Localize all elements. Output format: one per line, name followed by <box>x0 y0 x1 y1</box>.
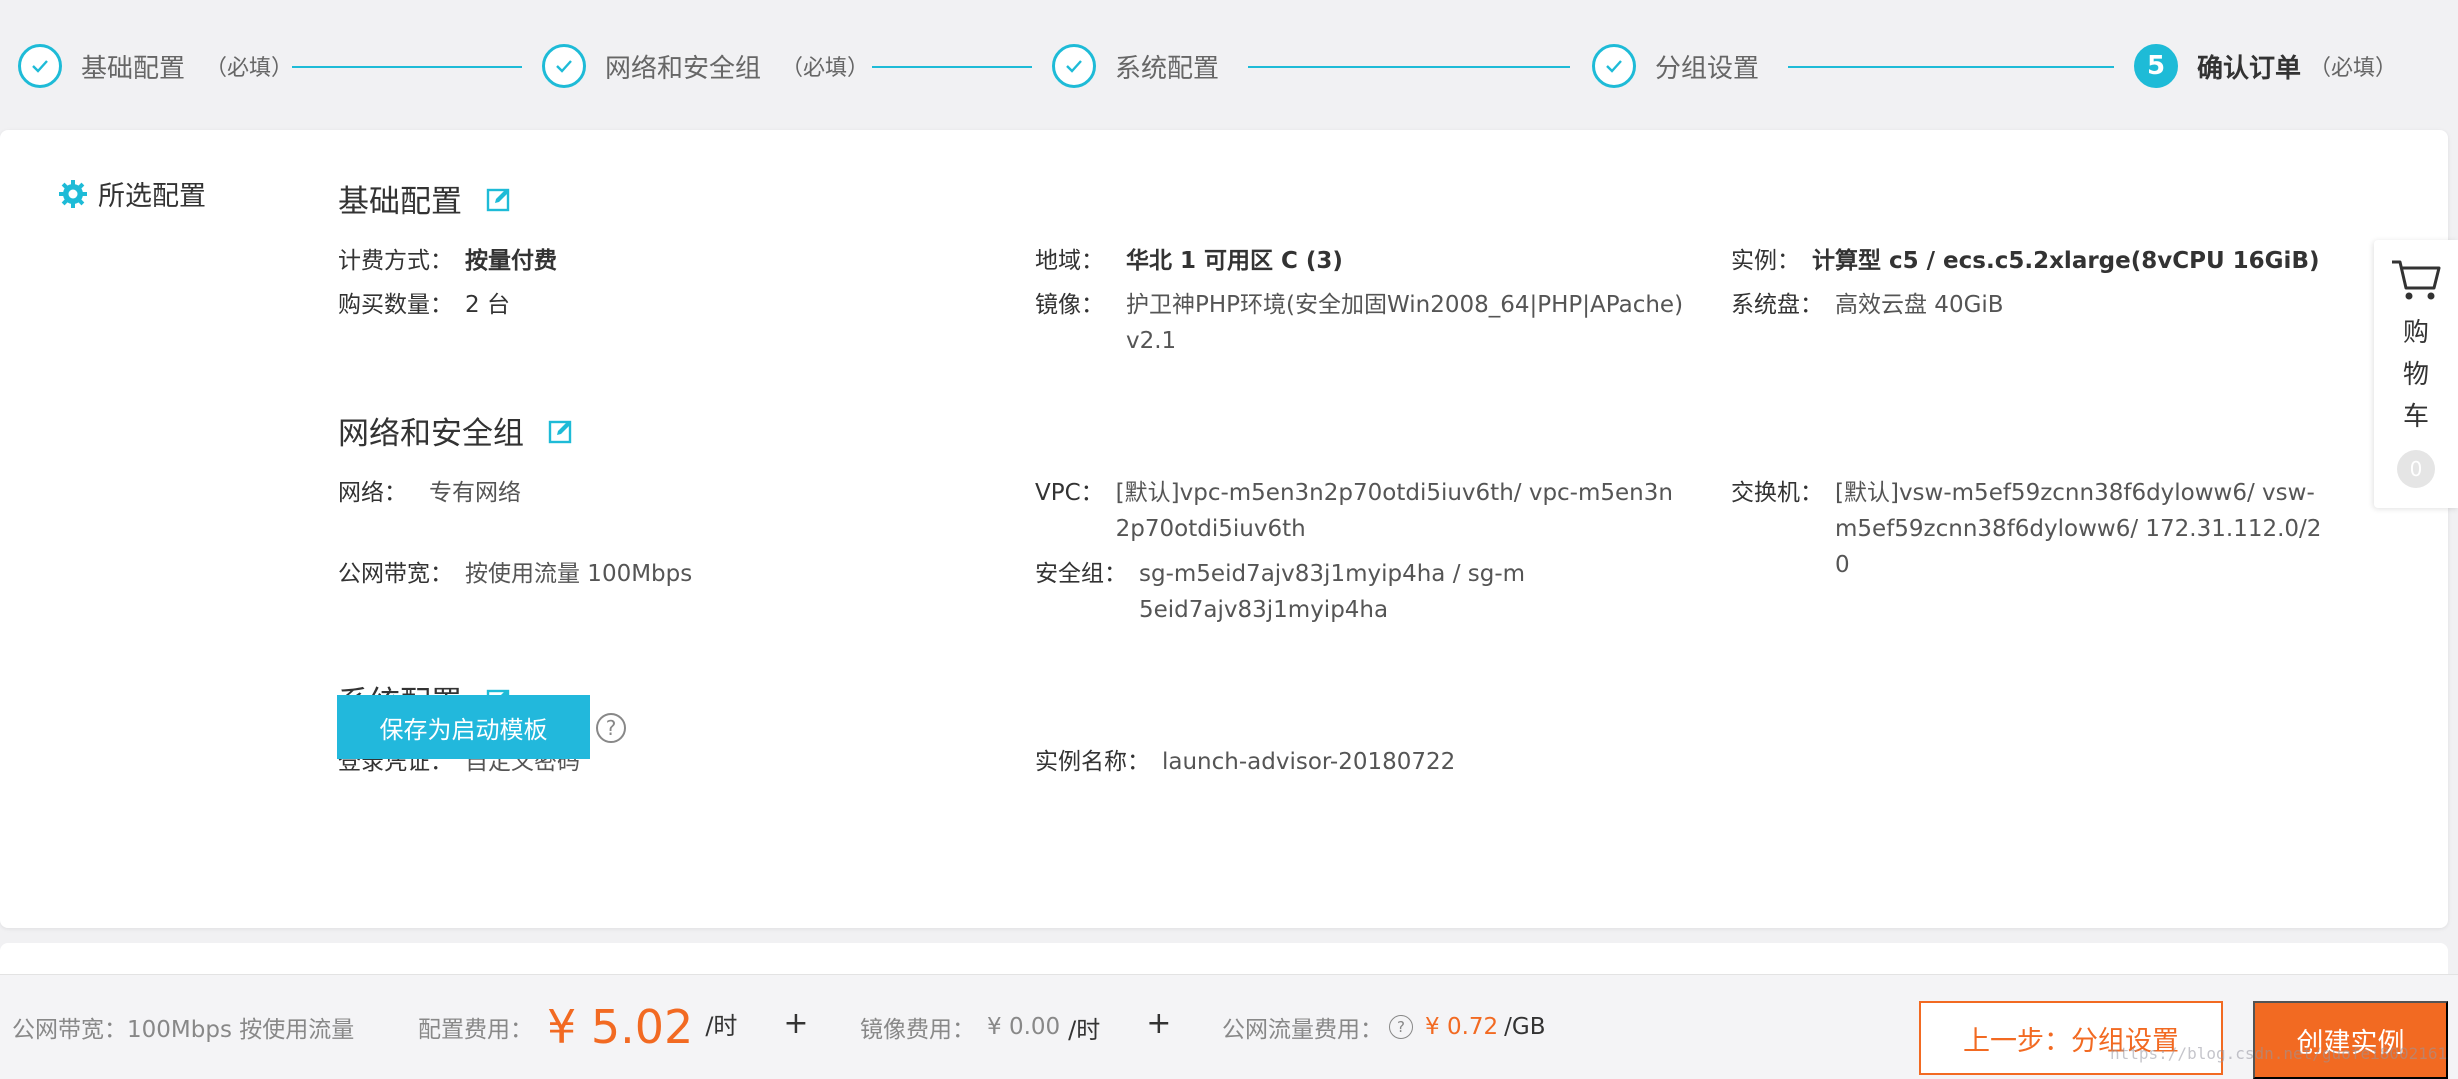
card-title: 所选配置 <box>58 174 206 213</box>
step-system-config[interactable]: 系统配置 <box>1052 38 1219 94</box>
vpc-label: VPC： <box>1035 480 1104 506</box>
step-connector <box>872 66 1032 68</box>
disk-label: 系统盘： <box>1731 292 1823 318</box>
config-fee-value: ¥ 5.02 <box>547 1000 694 1054</box>
region-label: 地域： <box>1035 248 1104 274</box>
config-fee-label: 配置费用： <box>418 1017 533 1043</box>
quantity-row: 购买数量： 2 台 <box>338 287 510 323</box>
quantity-label: 购买数量： <box>338 292 453 318</box>
image-fee: 镜像费用： ¥ 0.00 /时 + <box>860 975 1171 1079</box>
config-fee-unit: /时 <box>705 1011 738 1040</box>
traffic-fee: 公网流量费用： ? ¥ 0.72 /GB <box>1222 975 1546 1079</box>
region-value: 华北 1 可用区 C (3) <box>1126 248 1343 274</box>
step-label: 分组设置 <box>1655 53 1760 84</box>
card-title-text: 所选配置 <box>98 181 206 212</box>
order-footer: 公网带宽：100Mbps 按使用流量 配置费用： ¥ 5.02 /时 + 镜像费… <box>0 974 2458 1079</box>
disk-value: 高效云盘 40GiB <box>1835 292 2004 318</box>
step-bar: 基础配置 （必填） 网络和安全组 （必填） 系统配置 分组设置 5 确认订单 （… <box>0 0 2458 130</box>
step-number: 5 <box>2134 44 2178 88</box>
billing-label: 计费方式： <box>338 248 453 274</box>
prev-step-button[interactable]: 上一步：分组设置 <box>1919 1001 2223 1075</box>
config-fee: 配置费用： ¥ 5.02 /时 + <box>418 975 809 1079</box>
step-network[interactable]: 网络和安全组 （必填） <box>542 38 869 94</box>
watermark: https://blog.csdn.net/guofei8002161 <box>2110 1044 2448 1063</box>
instance-value: 计算型 c5 / ecs.c5.2xlarge(8vCPU 16GiB) <box>1812 248 2320 274</box>
section-basic: 基础配置 <box>338 176 512 221</box>
image-fee-unit: /时 <box>1068 1015 1101 1044</box>
vpc-value: [默认]vpc-m5en3n2p70otdi5iuv6th/ vpc-m5en3… <box>1115 480 1673 542</box>
step-connector <box>1788 66 2114 68</box>
vpc-row: VPC： [默认]vpc-m5en3n2p70otdi5iuv6th/ vpc-m… <box>1035 475 1676 547</box>
bandwidth-value: 按使用流量 100Mbps <box>465 561 693 587</box>
billing-value: 按量付费 <box>465 248 557 274</box>
selected-config-card: 所选配置 基础配置 计费方式： 按量付费 地域： 华北 1 可用区 C (3) 实例… <box>0 130 2448 928</box>
gear-icon <box>59 179 87 208</box>
footer-bandwidth: 公网带宽：100Mbps 按使用流量 <box>12 1017 355 1043</box>
region-row: 地域： 华北 1 可用区 C (3) <box>1035 243 1343 279</box>
traffic-fee-unit: /GB <box>1504 1014 1546 1040</box>
image-row: 镜像： 护卫神PHP环境(安全加固Win2008_64|PHP|APache) v… <box>1035 287 1716 359</box>
net-label: 网络： <box>338 480 407 506</box>
step-connector <box>292 66 522 68</box>
image-label: 镜像： <box>1035 292 1104 318</box>
cart-label: 购物车 <box>2402 318 2429 432</box>
step-label: 系统配置 <box>1115 53 1220 84</box>
sg-row: 安全组： sg-m5eid7ajv83j1myip4ha / sg-m5eid7a… <box>1035 556 1529 628</box>
cart-icon <box>2392 260 2441 300</box>
help-icon[interactable]: ? <box>1389 1015 1413 1039</box>
traffic-fee-value: ¥ 0.72 <box>1425 1014 1499 1040</box>
switch-label: 交换机： <box>1731 480 1823 506</box>
step-label: 确认订单 <box>2197 53 2302 84</box>
switch-row: 交换机： [默认]vsw-m5ef59zcnn38f6dyloww6/ vsw-m… <box>1731 475 2335 583</box>
check-icon <box>18 44 62 88</box>
step-required: （必填） <box>781 56 870 81</box>
sg-value: sg-m5eid7ajv83j1myip4ha / sg-m5eid7ajv83… <box>1139 561 1526 623</box>
billing-row: 计费方式： 按量付费 <box>338 243 557 279</box>
step-required: （必填） <box>205 56 294 81</box>
step-group-settings[interactable]: 分组设置 <box>1592 38 1759 94</box>
instance-name-value: launch-advisor-20180722 <box>1162 749 1456 775</box>
cart-count-badge: 0 <box>2397 450 2435 488</box>
switch-value: [默认]vsw-m5ef59zcnn38f6dyloww6/ vsw-m5ef5… <box>1835 480 2322 578</box>
help-icon[interactable]: ? <box>596 713 626 743</box>
bandwidth-row: 公网带宽： 按使用流量 100Mbps <box>338 556 692 592</box>
instance-label: 实例： <box>1731 248 1800 274</box>
edit-icon[interactable] <box>548 418 574 444</box>
step-connector <box>1248 66 1570 68</box>
sg-label: 安全组： <box>1035 561 1127 587</box>
disk-row: 系统盘： 高效云盘 40GiB <box>1731 287 2004 323</box>
net-row: 网络： 专有网络 <box>338 475 521 511</box>
image-fee-value: ¥ 0.00 <box>987 1014 1061 1040</box>
create-instance-button[interactable]: 创建实例 <box>2253 1001 2448 1079</box>
section-title: 基础配置 <box>338 184 462 220</box>
image-value: 护卫神PHP环境(安全加固Win2008_64|PHP|APache) v2.1 <box>1126 292 1684 354</box>
step-required: （必填） <box>2309 56 2398 81</box>
section-title: 网络和安全组 <box>338 416 524 452</box>
plus-sign: + <box>783 1005 809 1041</box>
shopping-cart[interactable]: 购物车 0 <box>2374 240 2458 508</box>
instance-row: 实例： 计算型 c5 / ecs.c5.2xlarge(8vCPU 16GiB) <box>1731 243 2319 279</box>
step-confirm-order: 5 确认订单 （必填） <box>2134 38 2397 94</box>
quantity-value: 2 台 <box>465 292 510 318</box>
step-basic-config[interactable]: 基础配置 （必填） <box>18 38 293 94</box>
check-icon <box>542 44 586 88</box>
bandwidth-label: 公网带宽： <box>338 561 453 587</box>
instance-name-label: 实例名称： <box>1035 749 1150 775</box>
section-network: 网络和安全组 <box>338 408 574 453</box>
instance-name-row: 实例名称： launch-advisor-20180722 <box>1035 744 1455 780</box>
plus-sign: + <box>1146 1005 1172 1041</box>
check-icon <box>1592 44 1636 88</box>
image-fee-label: 镜像费用： <box>860 1017 975 1043</box>
edit-icon[interactable] <box>486 186 512 212</box>
traffic-fee-label: 公网流量费用： <box>1222 1017 1383 1043</box>
step-label: 基础配置 <box>81 53 186 84</box>
step-label: 网络和安全组 <box>605 53 762 84</box>
check-icon <box>1052 44 1096 88</box>
net-value: 专有网络 <box>429 480 521 506</box>
save-template-button[interactable]: 保存为启动模板 <box>337 695 590 759</box>
